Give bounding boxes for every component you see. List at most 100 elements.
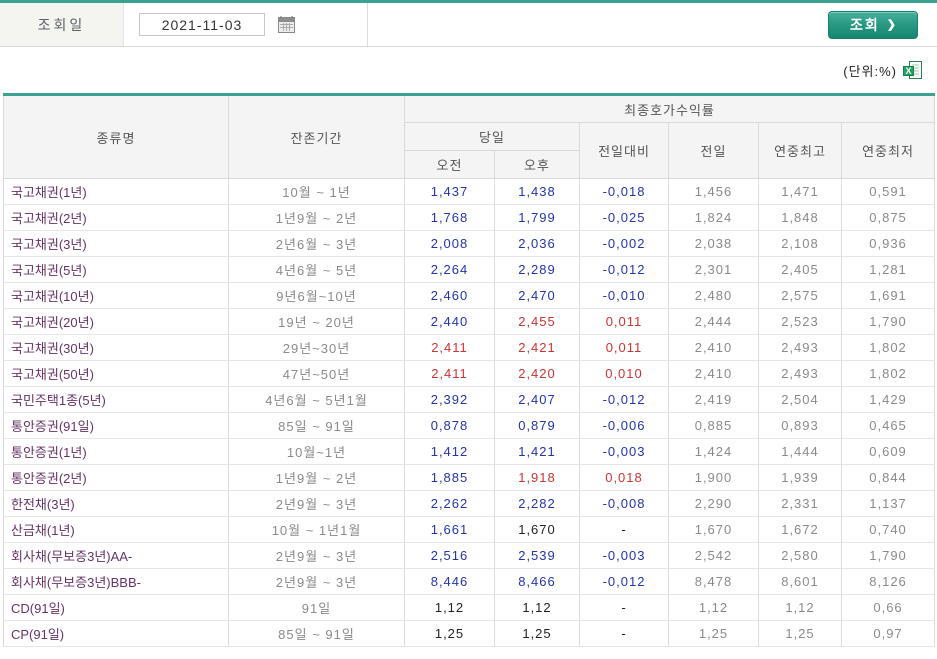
year-low-yield: 1,429: [841, 386, 936, 413]
excel-download-button[interactable]: X: [903, 60, 922, 80]
yield-am: 2,262: [404, 490, 495, 517]
change-vs-prev: -0,003: [579, 438, 669, 465]
yield-pm: 1,12: [494, 594, 580, 621]
remaining-term: 2년9월 ~ 3년: [228, 490, 405, 517]
chevron-right-icon: ❯: [886, 19, 896, 31]
year-low-yield: 1,802: [841, 360, 936, 387]
yield-pm: 1,799: [494, 204, 580, 231]
bond-name: 통안증권(2년): [3, 464, 229, 491]
remaining-term: 2년9월 ~ 3년: [228, 542, 405, 569]
remaining-term: 91일: [228, 594, 405, 621]
table-row: 통안증권(91일) 85일 ~ 91일 0,878 0,879 -0,006 0…: [3, 412, 936, 439]
change-vs-prev: -0,012: [579, 256, 669, 283]
year-high-yield: 1,939: [758, 464, 842, 491]
remaining-term: 47년~50년: [228, 360, 405, 387]
year-high-yield: 2,331: [758, 490, 842, 517]
remaining-term: 19년 ~ 20년: [228, 308, 405, 335]
yield-pm: 2,455: [494, 308, 580, 335]
prev-day-yield: 8,478: [668, 568, 759, 595]
prev-day-yield: 2,290: [668, 490, 759, 517]
prev-day-yield: 1,424: [668, 438, 759, 465]
year-low-yield: 1,790: [841, 542, 936, 569]
yield-am: 1,661: [404, 516, 495, 543]
remaining-term: 1년9월 ~ 2년: [228, 204, 405, 231]
year-high-yield: 8,601: [758, 568, 842, 595]
col-header-today: 당일: [404, 122, 580, 151]
table-row: 회사채(무보증3년)BBB- 2년9월 ~ 3년 8,446 8,466 -0,…: [3, 568, 936, 595]
yield-table-header: 종류명 잔존기간 최종호가수익률 당일 전일대비 전일 연중최고 연중최저 오전…: [3, 94, 936, 179]
year-high-yield: 1,848: [758, 204, 842, 231]
col-header-vs-prev: 전일대비: [579, 122, 669, 179]
calendar-button[interactable]: [278, 16, 295, 33]
year-low-yield: 0,740: [841, 516, 936, 543]
bond-name: CP(91일): [3, 620, 229, 647]
yield-pm: 1,438: [494, 178, 580, 205]
change-vs-prev: -: [579, 516, 669, 543]
change-vs-prev: -0,008: [579, 490, 669, 517]
prev-day-yield: 2,419: [668, 386, 759, 413]
table-row: 국고채권(2년) 1년9월 ~ 2년 1,768 1,799 -0,025 1,…: [3, 204, 936, 231]
year-low-yield: 0,591: [841, 178, 936, 205]
yield-am: 2,392: [404, 386, 495, 413]
year-low-yield: 1,691: [841, 282, 936, 309]
change-vs-prev: -0,010: [579, 282, 669, 309]
year-low-yield: 8,126: [841, 568, 936, 595]
bond-name: 국민주택1종(5년): [3, 386, 229, 413]
remaining-term: 9년6월~10년: [228, 282, 405, 309]
yield-table-body: 국고채권(1년) 10월 ~ 1년 1,437 1,438 -0,018 1,4…: [3, 178, 936, 647]
yield-pm: 1,25: [494, 620, 580, 647]
year-high-yield: 2,575: [758, 282, 842, 309]
unit-row: (단위:%) X: [0, 47, 937, 93]
yield-pm: 8,466: [494, 568, 580, 595]
year-high-yield: 1,672: [758, 516, 842, 543]
date-input[interactable]: [139, 13, 265, 36]
bond-name: 회사채(무보증3년)AA-: [3, 542, 229, 569]
year-high-yield: 1,12: [758, 594, 842, 621]
bond-name: CD(91일): [3, 594, 229, 621]
year-high-yield: 2,580: [758, 542, 842, 569]
query-bar: 조회일 조회 ❯: [0, 0, 937, 47]
bond-name: 통안증권(1년): [3, 438, 229, 465]
year-low-yield: 0,844: [841, 464, 936, 491]
remaining-term: 10월~1년: [228, 438, 405, 465]
bond-name: 산금채(1년): [3, 516, 229, 543]
prev-day-yield: 1,25: [668, 620, 759, 647]
col-header-year-low: 연중최저: [840, 122, 936, 179]
bond-name: 국고채권(1년): [3, 178, 229, 205]
remaining-term: 29년~30년: [228, 334, 405, 361]
search-button[interactable]: 조회 ❯: [828, 10, 918, 39]
col-header-year-high: 연중최고: [758, 122, 842, 179]
change-vs-prev: 0,011: [579, 334, 669, 361]
table-row: 국고채권(50년) 47년~50년 2,411 2,420 0,010 2,41…: [3, 360, 936, 387]
prev-day-yield: 2,410: [668, 360, 759, 387]
year-low-yield: 0,609: [841, 438, 936, 465]
yield-am: 0,878: [404, 412, 495, 439]
table-row: 통안증권(2년) 1년9월 ~ 2년 1,885 1,918 0,018 1,9…: [3, 464, 936, 491]
table-row: CD(91일) 91일 1,12 1,12 - 1,12 1,12 0,66: [3, 594, 936, 621]
year-low-yield: 1,790: [841, 308, 936, 335]
yield-am: 2,008: [404, 230, 495, 257]
change-vs-prev: 0,011: [579, 308, 669, 335]
yield-pm: 2,036: [494, 230, 580, 257]
prev-day-yield: 1,670: [668, 516, 759, 543]
table-row: 국고채권(1년) 10월 ~ 1년 1,437 1,438 -0,018 1,4…: [3, 178, 936, 205]
yield-am: 2,411: [404, 334, 495, 361]
yield-am: 2,440: [404, 308, 495, 335]
prev-day-yield: 2,480: [668, 282, 759, 309]
yield-am: 1,12: [404, 594, 495, 621]
remaining-term: 2년9월 ~ 3년: [228, 568, 405, 595]
yield-am: 1,768: [404, 204, 495, 231]
bond-name: 한전채(3년): [3, 490, 229, 517]
yield-pm: 2,289: [494, 256, 580, 283]
year-low-yield: 0,936: [841, 230, 936, 257]
bond-name: 회사채(무보증3년)BBB-: [3, 568, 229, 595]
prev-day-yield: 2,410: [668, 334, 759, 361]
prev-day-yield: 1,456: [668, 178, 759, 205]
yield-pm: 1,918: [494, 464, 580, 491]
change-vs-prev: -: [579, 620, 669, 647]
year-low-yield: 0,875: [841, 204, 936, 231]
prev-day-yield: 2,301: [668, 256, 759, 283]
yield-pm: 2,421: [494, 334, 580, 361]
yield-pm: 0,879: [494, 412, 580, 439]
bond-name: 국고채권(5년): [3, 256, 229, 283]
